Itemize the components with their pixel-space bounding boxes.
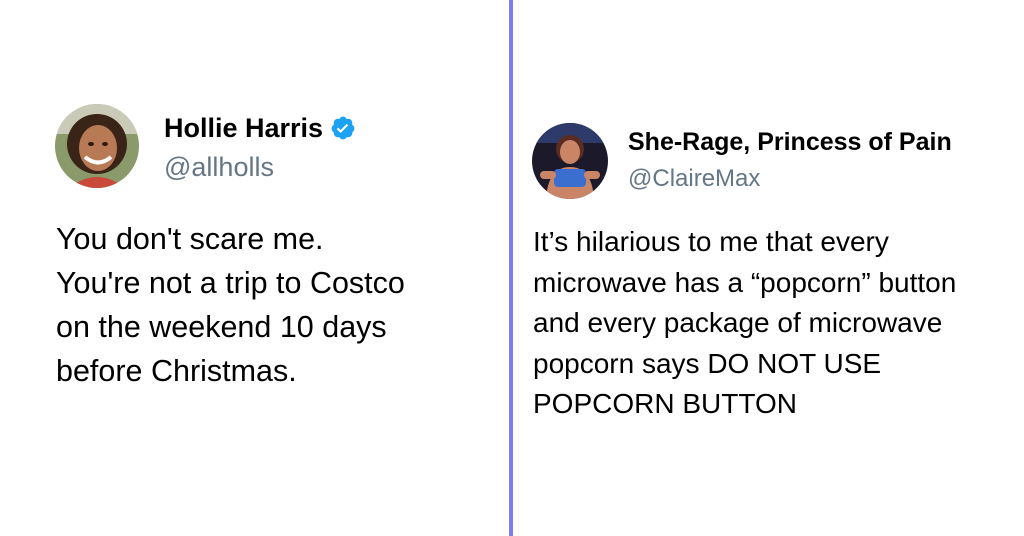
avatar[interactable] bbox=[55, 104, 139, 188]
tweet-card-clairemax: She-Rage, Princess of Pain @ClaireMax It… bbox=[513, 0, 1024, 536]
user-handle[interactable]: @allholls bbox=[164, 152, 274, 183]
avatar-photo bbox=[55, 104, 139, 188]
avatar-photo bbox=[532, 123, 608, 199]
avatar[interactable] bbox=[532, 123, 608, 199]
tweet-text: It’s hilarious to me that every microwav… bbox=[533, 226, 957, 419]
display-name[interactable]: She-Rage, Princess of Pain bbox=[628, 128, 952, 157]
user-handle[interactable]: @ClaireMax bbox=[628, 165, 760, 193]
verified-badge-icon bbox=[330, 115, 356, 141]
tweet-card-hollie: Hollie Harris @allholls You don't scare … bbox=[0, 0, 509, 536]
display-name[interactable]: Hollie Harris bbox=[164, 113, 323, 144]
name-row: Hollie Harris bbox=[164, 111, 356, 145]
tweet-text: You don't scare me. You're not a trip to… bbox=[56, 222, 405, 388]
tweet-comparison-canvas: Hollie Harris @allholls You don't scare … bbox=[0, 0, 1024, 536]
